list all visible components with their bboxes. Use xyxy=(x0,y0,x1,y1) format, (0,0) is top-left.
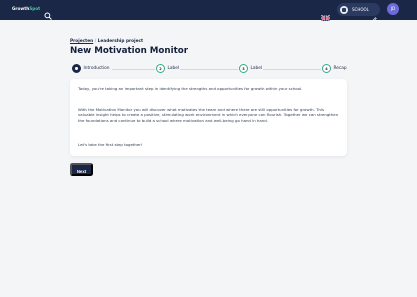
breadcrumb-separator: / xyxy=(94,39,97,44)
user-avatar[interactable]: JD xyxy=(387,3,399,15)
intro-paragraph: Let's take the first step together! xyxy=(78,142,143,147)
step-label: Introduction xyxy=(83,66,110,71)
step-3[interactable]: 3 Label xyxy=(239,64,262,73)
step-number: 3 xyxy=(239,64,248,73)
next-button[interactable]: Next xyxy=(70,163,93,176)
growthspot-logo[interactable]: GrowthSpot xyxy=(12,6,40,11)
school-label: SCHOOL xyxy=(352,7,369,12)
step-connector xyxy=(263,68,321,70)
step-label: Recap xyxy=(333,66,347,71)
step-connector xyxy=(112,68,155,70)
step-number: 2 xyxy=(156,64,165,73)
introduction-card: Today, you're taking an important step i… xyxy=(70,79,347,156)
step-label: Label xyxy=(250,66,263,71)
logo-text-accent: Spot xyxy=(29,6,41,11)
step-connector xyxy=(180,68,238,70)
step-number: 4 xyxy=(322,64,331,73)
step-2[interactable]: 2 Label xyxy=(156,64,179,73)
uk-flag-icon[interactable] xyxy=(320,6,331,22)
step-recap[interactable]: 4 Recap xyxy=(322,64,347,73)
edit-pencil-icon xyxy=(372,7,377,22)
step-indicator-active xyxy=(72,64,81,73)
breadcrumb-current: Leadership project xyxy=(97,39,144,44)
breadcrumb: Projecten / Leadership project xyxy=(70,39,143,44)
breadcrumb-link-projecten[interactable]: Projecten xyxy=(70,39,93,44)
step-label: Label xyxy=(167,66,180,71)
progress-stepper: Introduction 2 Label 3 Label 4 Recap xyxy=(72,64,348,74)
step-introduction[interactable]: Introduction xyxy=(72,64,110,73)
search-icon[interactable] xyxy=(44,5,52,20)
school-icon xyxy=(340,5,348,14)
school-selector[interactable]: SCHOOL xyxy=(337,3,380,22)
logo-text: Growth xyxy=(12,6,30,11)
intro-paragraph: Today, you're taking an important step i… xyxy=(78,86,303,91)
top-navigation-bar: GrowthSpot SCHOOL JD xyxy=(0,0,417,22)
intro-paragraph: With the Motivation Monitor you will dis… xyxy=(78,107,339,123)
page-title: New Motivation Monitor xyxy=(70,46,188,56)
